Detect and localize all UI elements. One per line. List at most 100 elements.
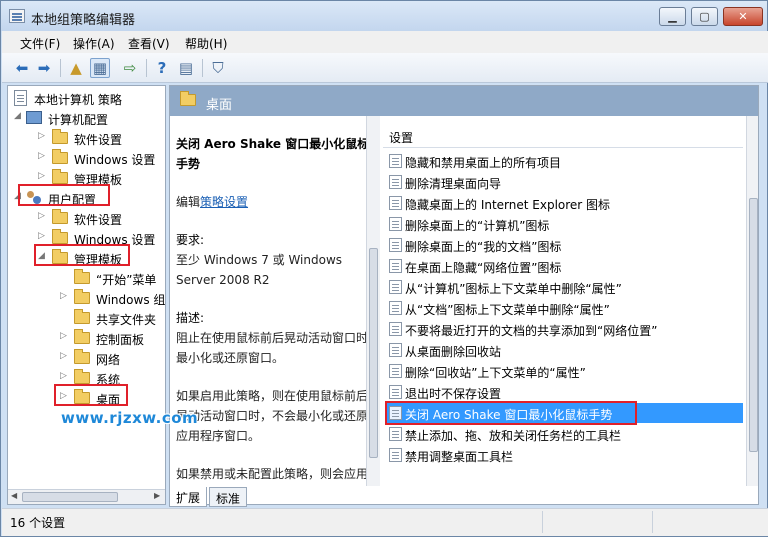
tab-standard[interactable]: 标准 <box>209 487 248 507</box>
policy-setting-icon <box>389 301 402 315</box>
tree-label: “开始”菜单 <box>96 273 157 287</box>
list-item[interactable]: 在桌面上隐藏“网络位置”图标 <box>387 256 743 276</box>
collapsed-arrow-icon[interactable]: ▷ <box>38 151 48 161</box>
menu-action[interactable]: 操作(A) <box>73 35 115 52</box>
tree-item-network[interactable]: ▷ 网络 <box>8 348 165 368</box>
collapsed-arrow-icon[interactable]: ▷ <box>60 291 70 301</box>
column-header-setting[interactable]: 设置 <box>383 128 743 148</box>
collapsed-arrow-icon[interactable]: ▷ <box>38 211 48 221</box>
tree-item-user-software-settings[interactable]: ▷ 软件设置 <box>8 208 165 228</box>
menu-help[interactable]: 帮助(H) <box>185 35 227 52</box>
list-item[interactable]: 不要将最近打开的文档的共享添加到“网络位置” <box>387 319 743 339</box>
expanded-arrow-icon[interactable]: ◢ <box>14 111 24 121</box>
title-bar[interactable]: 本地组策略编辑器 ▁ ▢ ✕ <box>1 1 767 31</box>
edit-policy-link[interactable]: 策略设置 <box>200 195 248 209</box>
tree-item-windows-settings[interactable]: ▷ Windows 设置 <box>8 148 165 168</box>
collapsed-arrow-icon[interactable]: ▷ <box>60 331 70 341</box>
list-item[interactable]: 从“文档”图标上下文菜单中删除“属性” <box>387 298 743 318</box>
policy-setting-icon <box>389 154 402 168</box>
properties-icon[interactable]: ▤ <box>176 58 196 78</box>
list-item[interactable]: 退出时不保存设置 <box>387 382 743 402</box>
collapsed-arrow-icon[interactable]: ▷ <box>60 371 70 381</box>
scroll-thumb[interactable] <box>22 492 118 502</box>
list-item[interactable]: 禁用调整桌面工具栏 <box>387 445 743 465</box>
folder-icon <box>52 169 68 184</box>
navigation-tree: 本地计算机 策略 ◢ 计算机配置 ▷ 软件设置 ▷ Windows 设置 ▷ 管… <box>7 85 166 505</box>
toolbar-divider <box>146 59 147 77</box>
scroll-left-icon[interactable]: ◀ <box>11 491 17 500</box>
menu-bar: 文件(F) 操作(A) 查看(V) 帮助(H) <box>2 31 768 53</box>
tree-label: 网络 <box>96 353 121 367</box>
description-scrollbar[interactable] <box>366 116 380 486</box>
list-scrollbar[interactable] <box>746 116 758 486</box>
policy-setting-icon <box>389 364 402 378</box>
tree-item-computer-config[interactable]: ◢ 计算机配置 <box>8 108 165 128</box>
scroll-right-icon[interactable]: ▶ <box>154 491 160 500</box>
list-item[interactable]: 删除桌面上的“计算机”图标 <box>387 214 743 234</box>
policy-setting-icon <box>389 175 402 189</box>
menu-view[interactable]: 查看(V) <box>128 35 170 52</box>
folder-icon <box>74 369 90 384</box>
tree-label: 共享文件夹 <box>96 313 157 327</box>
back-arrow-icon[interactable]: ⬅ <box>12 58 32 78</box>
tree-item-shared-folders[interactable]: 共享文件夹 <box>8 308 165 328</box>
scroll-thumb[interactable] <box>749 198 758 452</box>
status-setting-count: 16 个设置 <box>10 516 66 530</box>
tree-horizontal-scrollbar[interactable]: ◀ ▶ <box>8 489 165 504</box>
list-item[interactable]: 禁止添加、拖、放和关闭任务栏的工具栏 <box>387 424 743 444</box>
tab-extended[interactable]: 扩展 <box>169 487 208 507</box>
status-bar: 16 个设置 <box>2 508 768 536</box>
list-item[interactable]: 删除桌面上的“我的文档”图标 <box>387 235 743 255</box>
view-tabs: 扩展 标准 <box>169 487 369 507</box>
list-item-label: 不要将最近打开的文档的共享添加到“网络位置” <box>405 324 658 338</box>
tree-label: 控制面板 <box>96 333 145 347</box>
collapsed-arrow-icon[interactable]: ▷ <box>38 131 48 141</box>
tree-item-start-menu[interactable]: “开始”菜单 <box>8 268 165 288</box>
tree-label: Windows 设置 <box>74 153 156 167</box>
list-item[interactable]: 从“计算机”图标上下文菜单中删除“属性” <box>387 277 743 297</box>
collapsed-arrow-icon[interactable]: ▷ <box>60 351 70 361</box>
highlight-user-config <box>18 184 110 206</box>
tree-item-windows-components[interactable]: ▷ Windows 组件 <box>8 288 166 308</box>
description-label: 描述: <box>176 311 205 325</box>
tree-root[interactable]: 本地计算机 策略 <box>8 88 165 108</box>
minimize-button[interactable]: ▁ <box>659 7 686 26</box>
watermark: www.rjzxw.com <box>61 409 199 427</box>
show-tree-icon[interactable]: ▦ <box>90 58 110 78</box>
tree-item-control-panel[interactable]: ▷ 控制面板 <box>8 328 165 348</box>
folder-icon <box>74 349 90 364</box>
list-item[interactable]: 从桌面删除回收站 <box>387 340 743 360</box>
main-window: 本地组策略编辑器 ▁ ▢ ✕ 文件(F) 操作(A) 查看(V) 帮助(H) ⬅… <box>0 0 768 537</box>
close-button[interactable]: ✕ <box>723 7 763 26</box>
list-item-label: 在桌面上隐藏“网络位置”图标 <box>405 261 562 275</box>
collapsed-arrow-icon[interactable]: ▷ <box>38 231 48 241</box>
list-item-label: 隐藏和禁用桌面上的所有项目 <box>405 156 562 170</box>
details-pane: 桌面 关闭 Aero Shake 窗口最小化鼠标手势 编辑策略设置 要求: 至少… <box>169 85 759 505</box>
policy-setting-icon <box>389 343 402 357</box>
filter-icon[interactable]: ⛉ <box>208 58 228 78</box>
scroll-thumb[interactable] <box>369 248 378 458</box>
policy-setting-icon <box>389 448 402 462</box>
forward-arrow-icon[interactable]: ➡ <box>34 58 54 78</box>
list-item[interactable]: 删除清理桌面向导 <box>387 172 743 192</box>
tree-label: 软件设置 <box>74 213 123 227</box>
enabled-text: 如果启用此策略，则在使用鼠标前后晃动活动窗口时，不会最小化或还原应用程序窗口。 <box>176 389 369 443</box>
list-item[interactable]: 删除“回收站”上下文菜单的“属性” <box>387 361 743 381</box>
folder-icon <box>52 229 68 244</box>
list-item[interactable]: 隐藏桌面上的 Internet Explorer 图标 <box>387 193 743 213</box>
list-item[interactable]: 隐藏和禁用桌面上的所有项目 <box>387 151 743 171</box>
menu-file[interactable]: 文件(F) <box>20 35 60 52</box>
maximize-button[interactable]: ▢ <box>691 7 718 26</box>
folder-icon <box>52 149 68 164</box>
folder-icon <box>74 329 90 344</box>
status-divider <box>542 511 543 533</box>
up-folder-icon[interactable]: ▲ <box>66 58 86 78</box>
policy-setting-icon <box>389 427 402 441</box>
help-icon[interactable]: ? <box>152 58 172 78</box>
collapsed-arrow-icon[interactable]: ▷ <box>38 171 48 181</box>
tree-label: Windows 组件 <box>96 293 166 307</box>
status-divider <box>652 511 653 533</box>
export-list-icon[interactable]: ⇨ <box>120 58 140 78</box>
description-text: 阻止在使用鼠标前后晃动活动窗口时最小化或还原窗口。 <box>176 331 369 365</box>
tree-item-software-settings[interactable]: ▷ 软件设置 <box>8 128 165 148</box>
